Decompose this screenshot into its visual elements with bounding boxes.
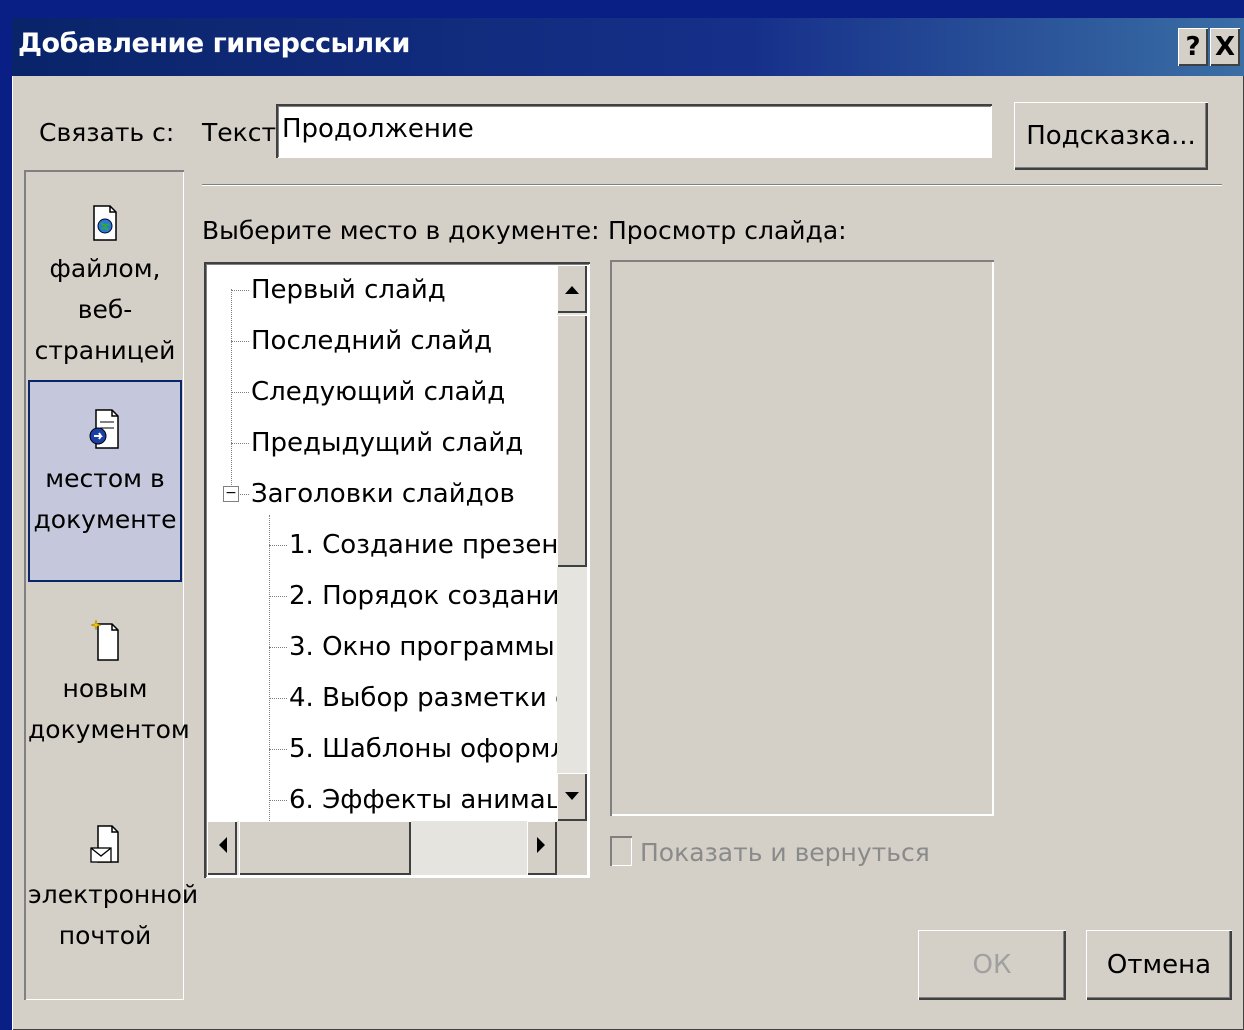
tree-connector: [269, 647, 287, 648]
text-field[interactable]: Продолжение: [276, 104, 992, 158]
scroll-up-button[interactable]: [557, 265, 587, 313]
place-label: Выберите место в документе:: [202, 216, 600, 245]
tree-connector: [269, 515, 270, 821]
link-existing-file-line2: страницей: [34, 336, 176, 365]
tree-connector: [269, 749, 287, 750]
slide-preview: [610, 260, 994, 816]
link-to-label: Связать с:: [39, 118, 175, 147]
link-place-in-document-item[interactable]: местом в документе: [28, 380, 182, 582]
tree-item-slide[interactable]: 6. Эффекты анимации: [289, 779, 557, 821]
hyperlink-dialog: Добавление гиперссылки ? X Связать с: фа…: [12, 18, 1244, 1030]
arrow-right-icon: [537, 837, 545, 853]
tree-connector: [231, 392, 249, 393]
place-in-document-icon: [89, 409, 119, 449]
ok-button[interactable]: ОК: [918, 930, 1066, 1000]
new-document-icon: [90, 619, 119, 661]
link-place-in-document-line2: документе: [33, 505, 177, 534]
arrow-left-icon: [219, 837, 227, 853]
tree-connector: [269, 698, 287, 699]
place-tree[interactable]: Первый слайд Последний слайд Следующий с…: [204, 262, 590, 878]
close-button[interactable]: X: [1210, 28, 1240, 66]
tree-item-first-slide[interactable]: Первый слайд: [251, 269, 446, 311]
arrow-down-icon: [565, 792, 579, 800]
link-to-bar: файлом, веб- страницей местом в документ…: [24, 170, 199, 1000]
tree-connector: [231, 443, 249, 444]
tree-item-slide[interactable]: 2. Порядок создания слайд: [289, 575, 557, 617]
horizontal-scrollbar[interactable]: [207, 821, 557, 875]
tree-item-next-slide[interactable]: Следующий слайд: [251, 371, 505, 413]
scroll-right-button[interactable]: [527, 821, 557, 875]
tree-item-slide[interactable]: 4. Выбор разметки слайда: [289, 677, 557, 719]
vertical-scrollbar[interactable]: [557, 265, 587, 821]
screentip-button[interactable]: Подсказка...: [1014, 102, 1208, 170]
tree-item-slide-titles[interactable]: Заголовки слайдов: [251, 473, 515, 515]
tree-item-slide[interactable]: 1. Создание презентации в: [289, 524, 557, 566]
title-bar: Добавление гиперссылки ? X: [12, 18, 1244, 76]
text-field-value: Продолжение: [282, 114, 474, 144]
text-field-label: Текст:: [202, 118, 285, 147]
link-email-item[interactable]: электронной почтой: [28, 824, 199, 956]
tree-connector: [231, 290, 249, 291]
link-new-document-line1: новым: [62, 674, 148, 703]
vertical-scroll-thumb[interactable]: [557, 315, 587, 567]
tree-item-last-slide[interactable]: Последний слайд: [251, 320, 492, 362]
link-place-in-document-line1: местом в: [45, 464, 165, 493]
horizontal-scroll-thumb[interactable]: [239, 821, 411, 875]
link-new-document-item[interactable]: новым документом: [28, 618, 190, 750]
tree-item-slide[interactable]: 3. Окно программы: [289, 626, 555, 668]
separator: [202, 184, 1222, 186]
tree-connector: [231, 289, 232, 499]
tree-connector: [231, 341, 249, 342]
preview-label: Просмотр слайда:: [608, 216, 847, 245]
link-existing-file-line1: файлом, веб-: [49, 254, 161, 324]
tree-item-slide[interactable]: 5. Шаблоны оформления: [289, 728, 557, 770]
scroll-left-button[interactable]: [207, 821, 237, 875]
link-existing-file-item[interactable]: файлом, веб- страницей: [28, 204, 182, 371]
scroll-down-button[interactable]: [557, 773, 587, 821]
dialog-title: Добавление гиперссылки: [18, 28, 410, 59]
web-file-icon: [93, 205, 117, 241]
link-new-document-line2: документом: [28, 715, 190, 744]
arrow-up-icon: [565, 286, 579, 294]
show-and-return-checkbox[interactable]: [610, 836, 632, 866]
show-and-return-label: Показать и вернуться: [640, 838, 930, 867]
link-email-line1: электронной: [28, 880, 199, 909]
tree-connector: [269, 800, 287, 801]
scrollbar-corner: [557, 821, 587, 875]
help-button[interactable]: ?: [1178, 28, 1208, 66]
tree-content: Первый слайд Последний слайд Следующий с…: [207, 265, 557, 821]
email-icon: [90, 825, 119, 863]
link-email-line2: почтой: [58, 921, 152, 950]
tree-connector: [269, 545, 287, 546]
tree-item-previous-slide[interactable]: Предыдущий слайд: [251, 422, 523, 464]
tree-connector: [240, 494, 249, 495]
tree-connector: [269, 596, 287, 597]
cancel-button[interactable]: Отмена: [1086, 930, 1232, 1000]
collapse-icon[interactable]: −: [223, 486, 239, 502]
